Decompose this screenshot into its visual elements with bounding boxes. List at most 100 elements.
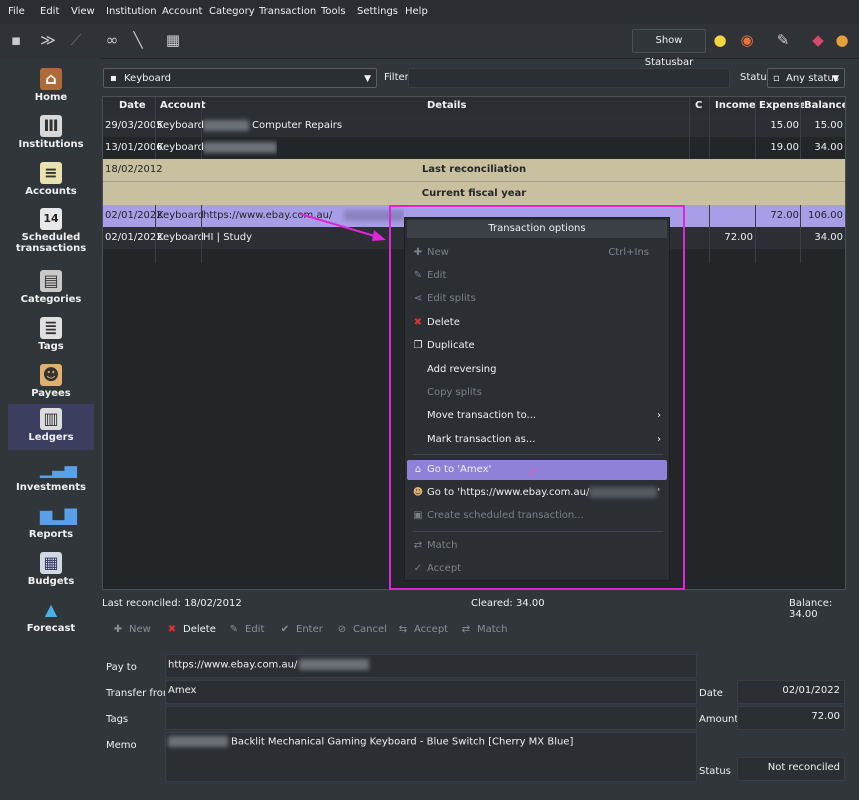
- sidebar: ⌂ Home Ⅲ Institutions ≡ Accounts 14 Sche…: [0, 58, 100, 800]
- status-field[interactable]: Not reconciled: [737, 757, 845, 781]
- new-button[interactable]: ✚ New: [110, 621, 151, 639]
- reports-icon: ▆▂▇: [40, 506, 77, 525]
- sidebar-item-institutions[interactable]: Ⅲ Institutions: [8, 115, 94, 157]
- menu-item-edit-splits[interactable]: ⋖ Edit splits: [407, 289, 667, 309]
- sidebar-item-investments[interactable]: ▁▃▅ Investments: [8, 458, 94, 500]
- menu-settings[interactable]: Settings: [357, 6, 398, 17]
- col-account[interactable]: Account: [160, 97, 206, 115]
- shield-icon[interactable]: ◆: [808, 30, 828, 50]
- sidebar-item-forecast[interactable]: ▲ Forecast: [8, 599, 94, 641]
- memo-value: Backlit Mechanical Gaming Keyboard - Blu…: [231, 736, 574, 748]
- edit-button[interactable]: ✎ Edit: [226, 621, 265, 639]
- sidebar-item-categories[interactable]: ▤ Categories: [8, 270, 94, 312]
- menu-item-label: Delete: [427, 317, 460, 328]
- about-icon[interactable]: ●: [832, 30, 852, 50]
- transfer-from-label: Transfer from: [106, 688, 173, 699]
- grid-line: [201, 97, 202, 159]
- menu-tools[interactable]: Tools: [321, 6, 346, 17]
- sidebar-item-ledgers[interactable]: ▥ Ledgers: [8, 404, 94, 450]
- menu-separator: [413, 531, 663, 532]
- col-balance[interactable]: Balance: [804, 97, 845, 115]
- delete-button[interactable]: ✖ Delete: [164, 621, 216, 639]
- menu-item-new[interactable]: ✚ New Ctrl+Ins: [407, 243, 667, 263]
- settings-icon[interactable]: ✎: [773, 30, 793, 50]
- menu-item-label: New: [427, 247, 449, 258]
- delete-icon: ✖: [413, 317, 423, 328]
- toolbar: ▪ ≫ ⟋ ∞ ╲ ▦ Show Statusbar ● ◉ ✎ ◆ ●: [0, 24, 859, 68]
- payees-icon: ☻: [40, 364, 62, 386]
- help-icon[interactable]: ◉: [737, 30, 757, 50]
- sidebar-item-tags[interactable]: ≣ Tags: [8, 317, 94, 359]
- menu-file[interactable]: File: [8, 6, 25, 17]
- menu-item-goto-payee[interactable]: ☻ Go to 'https://www.ebay.com.au/ ': [407, 483, 667, 503]
- col-c[interactable]: C: [695, 97, 703, 115]
- cancel-button[interactable]: ⊘ Cancel: [334, 621, 387, 639]
- amount-field[interactable]: 72.00: [737, 706, 845, 730]
- menu-item-create-scheduled[interactable]: ▣ Create scheduled transaction...: [407, 506, 667, 526]
- calculator-icon[interactable]: ▦: [163, 30, 183, 50]
- col-date[interactable]: Date: [119, 97, 146, 115]
- pay-to-field[interactable]: https://www.ebay.com.au/: [165, 654, 697, 678]
- row-account: Keyboard: [157, 142, 205, 153]
- menu-institution[interactable]: Institution: [106, 6, 157, 17]
- budgets-icon: ▦: [40, 552, 62, 574]
- forward-icon[interactable]: ≫: [38, 30, 58, 50]
- menu-transaction[interactable]: Transaction: [259, 6, 316, 17]
- memo-field[interactable]: Backlit Mechanical Gaming Keyboard - Blu…: [165, 732, 697, 782]
- binoculars-icon[interactable]: ∞: [102, 30, 122, 50]
- cancel-icon: ⊘: [337, 624, 347, 635]
- transfer-from-value: Amex: [168, 685, 197, 696]
- lightbulb-icon[interactable]: ●: [710, 30, 730, 50]
- menu-item-edit[interactable]: ✎ Edit: [407, 266, 667, 286]
- show-statusbar-button[interactable]: Show Statusbar: [632, 29, 706, 68]
- menu-view[interactable]: View: [71, 6, 95, 17]
- menu-item-move-transaction[interactable]: Move transaction to... ›: [407, 406, 667, 426]
- date-field[interactable]: 02/01/2022: [737, 680, 845, 704]
- sidebar-item-accounts[interactable]: ≡ Accounts: [8, 162, 94, 204]
- sidebar-item-reports[interactable]: ▆▂▇ Reports: [8, 505, 94, 547]
- col-income[interactable]: Income: [715, 97, 756, 115]
- menu-account[interactable]: Account: [162, 6, 202, 17]
- menu-item-accept[interactable]: ✓ Accept: [407, 559, 667, 579]
- wand-icon[interactable]: ╲: [128, 30, 148, 50]
- edit-icon: ✎: [229, 624, 239, 635]
- account-combo[interactable]: ▪ Keyboard ▼: [103, 68, 377, 88]
- menu-item-goto-account[interactable]: ⌂ Go to 'Amex' ➚: [407, 460, 667, 480]
- grid-line: [201, 205, 202, 263]
- chart-icon[interactable]: ⟋: [66, 30, 86, 50]
- transfer-from-field[interactable]: Amex: [165, 680, 697, 704]
- button-label: Delete: [183, 624, 216, 635]
- sidebar-label: Institutions: [18, 139, 84, 150]
- col-details[interactable]: Details: [427, 97, 467, 115]
- menu-item-add-reversing[interactable]: Add reversing: [407, 360, 667, 380]
- status-combo[interactable]: ▫ Any status ▼: [767, 68, 845, 88]
- menu-item-label: Accept: [427, 563, 462, 574]
- menu-item-copy-splits[interactable]: Copy splits: [407, 383, 667, 403]
- sidebar-item-budgets[interactable]: ▦ Budgets: [8, 552, 94, 594]
- categories-icon: ▤: [40, 270, 62, 292]
- tags-field[interactable]: [165, 706, 697, 730]
- menu-item-match[interactable]: ⇄ Match: [407, 536, 667, 556]
- sidebar-item-home[interactable]: ⌂ Home: [8, 68, 94, 110]
- menu-edit[interactable]: Edit: [40, 6, 59, 17]
- menu-separator: [413, 454, 663, 455]
- enter-button[interactable]: ✔ Enter: [277, 621, 323, 639]
- menu-item-duplicate[interactable]: ❐ Duplicate: [407, 336, 667, 356]
- grid-line: [155, 205, 156, 263]
- menu-category[interactable]: Category: [209, 6, 255, 17]
- match-icon: ⇄: [413, 540, 423, 551]
- filter-input[interactable]: [408, 68, 730, 88]
- sidebar-item-payees[interactable]: ☻ Payees: [8, 364, 94, 406]
- status-value: Not reconciled: [767, 762, 840, 773]
- mouse-cursor-icon: ➚: [527, 465, 538, 479]
- menu-item-mark-transaction[interactable]: Mark transaction as... ›: [407, 430, 667, 450]
- save-icon[interactable]: ▪: [6, 30, 26, 50]
- accept-button[interactable]: ⇆ Accept: [395, 621, 448, 639]
- transaction-context-menu: Transaction options ✚ New Ctrl+Ins ✎ Edi…: [404, 217, 670, 581]
- match-button[interactable]: ⇄ Match: [458, 621, 508, 639]
- menu-help[interactable]: Help: [405, 6, 428, 17]
- sidebar-item-scheduled[interactable]: 14 Scheduled transactions: [8, 208, 94, 263]
- sidebar-label: Ledgers: [28, 432, 74, 443]
- sidebar-label: Home: [34, 92, 68, 103]
- menu-item-delete[interactable]: ✖ Delete: [407, 313, 667, 333]
